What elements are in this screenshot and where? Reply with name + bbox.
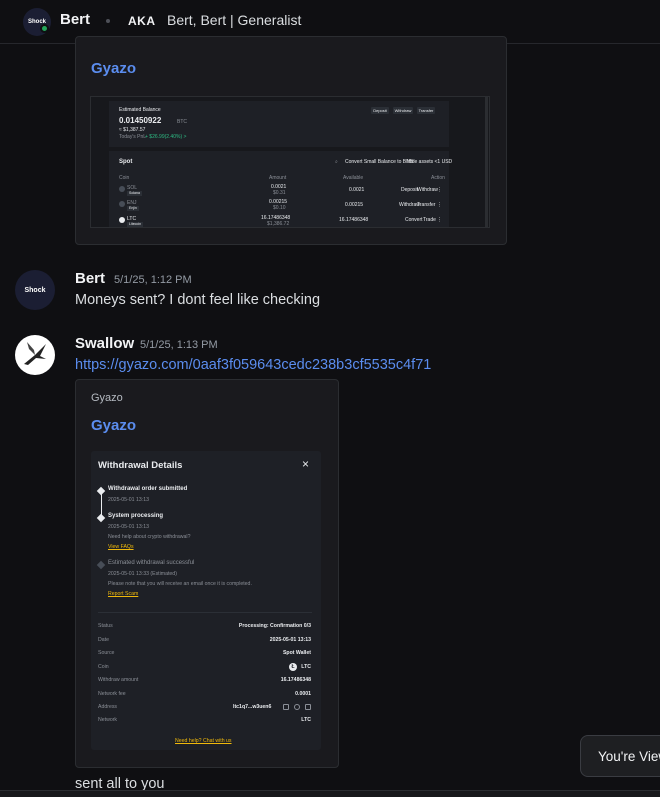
aka-names: Bert, Bert | Generalist [167,12,302,28]
hide-small-assets[interactable]: Hide assets <1 USD [407,159,452,165]
search-icon[interactable]: ⌕ [335,159,338,165]
coin-available: 0.0021 [349,187,365,193]
step-complete-icon [96,486,106,496]
balance-unit: BTC [177,119,187,125]
col-action: Action [431,175,445,181]
detail-label: Network fee [98,691,126,697]
more-icon[interactable]: ⋮ [437,202,442,208]
col-available: Available [343,175,364,181]
coin-amount-fiat: $1,386.72 [267,221,290,227]
step-time: 2025-05-01 13:13 [108,524,149,530]
more-icon[interactable]: ⋮ [437,187,442,193]
row-action-2[interactable]: Withdraw [417,187,438,193]
detail-label: Coin [98,664,109,670]
detail-label: Address [98,704,118,710]
step-complete-icon [96,513,106,523]
embed-screenshot-2[interactable]: Withdrawal Details × Withdrawal order su… [91,451,321,750]
withdrawal-title: Withdrawal Details [98,460,183,471]
more-icon[interactable]: ⋮ [437,217,442,223]
coin-badge: Enjin [127,206,139,211]
divider [98,612,312,613]
coin-icon [119,186,125,192]
detail-value: 0.0001 [295,691,311,697]
address-value: ltc1q7...w3uen6 [233,704,272,710]
swallow-bird-icon [24,342,46,365]
coin-amount-fiat: $0.10 [273,205,286,211]
pnl-label: Today's PnL [119,134,147,140]
avatar[interactable]: Shock [15,270,55,310]
row-action-1[interactable]: Convert [405,217,423,223]
step-note: Need help about crypto withdrawal? [108,534,191,540]
spot-title: Spot [119,159,133,165]
col-amount: Amount [269,175,287,181]
message-author[interactable]: Swallow [75,335,134,352]
toast-text: You're View [598,749,660,764]
close-icon[interactable]: × [302,457,309,471]
convert-small-balance[interactable]: Convert Small Balance to BNB [345,159,413,165]
detail-label: Source [98,650,115,656]
detail-value: LTC [301,717,311,723]
view-faqs-link[interactable]: View FAQs [108,544,134,550]
step-title: Estimated withdrawal successful [108,560,195,566]
step-time: 2025-05-01 13:33 (Estimated) [108,571,177,577]
chat-window: Shock Bert AKA Bert, Bert | Generalist G… [0,0,660,797]
balance-value: 0.01450922 [119,116,162,125]
link-icon[interactable] [294,704,300,710]
row-action-1[interactable]: Deposit [401,187,418,193]
deposit-button[interactable]: Deposit [371,107,389,114]
coin-icon [119,201,125,207]
detail-value: 2025-05-01 13:13 [269,637,311,643]
qr-icon[interactable] [283,704,289,710]
detail-label: Withdraw amount [98,677,139,683]
coin-available: 16.17486348 [339,217,369,223]
separator-dot [106,19,110,23]
embed-provider: Gyazo [91,392,123,404]
detail-label: Network [98,717,118,723]
embed-title[interactable]: Gyazo [91,417,136,434]
balance-fiat: ≈ $1,387.57 [119,127,146,133]
report-scam-link[interactable]: Report Scam [108,591,138,597]
header-username[interactable]: Bert [60,11,90,28]
viewing-toast[interactable]: You're View [580,735,660,777]
step-note: Please note that you will receive an ema… [108,581,252,587]
detail-value: Processing: Confirmation 0/3 [238,623,311,629]
detail-label: Status [98,623,113,629]
embed-screenshot-1[interactable]: Estimated Balance 0.01450922 BTC ≈ $1,38… [90,96,490,228]
step-title: System processing [108,513,164,519]
coin-badge: Solana [127,191,142,196]
aka-label: AKA [128,14,156,28]
detail-value: 16.17486348 [280,677,311,683]
pnl-value: + $26.99(2.40%) > [145,134,187,140]
detail-value: LTC [301,664,311,670]
gyazo-link[interactable]: https://gyazo.com/0aaf3f059643cedc238b3c… [75,357,431,373]
ltc-coin-icon [119,217,125,223]
step-pending-icon [96,560,106,570]
message-composer[interactable] [0,790,660,797]
coin-amount-fiat: $0.31 [273,190,286,196]
step-time: 2025-05-01 13:13 [108,497,149,503]
embed-title[interactable]: Gyazo [91,60,136,77]
detail-label: Date [98,637,109,643]
row-action-2[interactable]: Transfer [417,202,435,208]
avatar[interactable] [15,335,55,375]
message-timestamp: 5/1/25, 1:12 PM [114,274,192,286]
message-text: Moneys sent? I dont feel like checking [75,292,321,308]
coin-available: 0.00215 [345,202,364,208]
row-action-2[interactable]: Trade [423,217,436,223]
col-coin: Coin [119,175,130,181]
transfer-button[interactable]: Transfer [417,107,435,114]
online-status-icon [40,24,49,33]
message-author[interactable]: Bert [75,270,105,287]
avatar-text: Shock [24,286,46,294]
detail-value: Spot Wallet [282,650,311,656]
step-title: Withdrawal order submitted [108,486,188,492]
balance-label: Estimated Balance [119,107,161,113]
withdraw-button[interactable]: Withdraw [393,107,413,114]
coin-badge: Litecoin [127,222,144,227]
message-timestamp: 5/1/25, 1:13 PM [140,339,218,351]
litecoin-icon: Ł [289,663,297,671]
chat-help-link[interactable]: Need help? Chat with us [175,738,232,744]
embed-scrollbar [485,97,488,227]
copy-icon[interactable] [305,704,311,710]
